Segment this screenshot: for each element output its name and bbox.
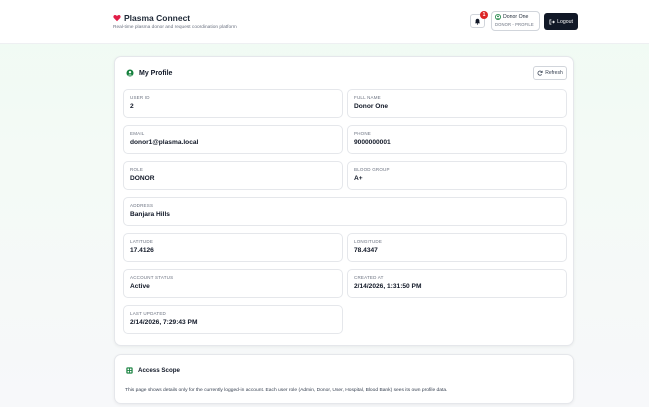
field-label: BLOOD GROUP [354,167,390,172]
field-role: ROLE DONOR [123,161,343,190]
field-value: donor1@plasma.local [130,139,199,146]
user-circle-icon [126,69,134,77]
notification-badge: 1 [480,11,488,19]
field-value: A+ [354,175,363,182]
access-scope-text: This page shows details only for the cur… [125,388,448,393]
access-scope-title: Access Scope [138,367,180,374]
field-value: DONOR [130,175,155,182]
field-value: 2/14/2026, 7:29:43 PM [130,319,198,326]
field-full-name: FULL NAME Donor One [347,89,567,118]
logout-button[interactable]: Logout [544,13,578,30]
grid-icon [126,367,133,374]
field-latitude: LATITUDE 17.4126 [123,233,343,262]
bell-icon [474,18,481,25]
user-circle-icon [495,14,501,20]
field-label: LATITUDE [130,239,154,244]
field-label: USER ID [130,95,150,100]
brand-row: Plasma Connect [113,13,237,23]
field-value: Active [130,283,150,290]
field-label: CREATED AT [354,275,384,280]
brand-title: Plasma Connect [124,13,191,23]
brand: Plasma Connect Real-time plasma donor an… [113,13,237,30]
field-created-at: CREATED AT 2/14/2026, 1:31:50 PM [347,269,567,298]
field-last-updated: LAST UPDATED 2/14/2026, 7:29:43 PM [123,305,343,334]
field-label: FULL NAME [354,95,381,100]
refresh-button[interactable]: Refresh [533,66,567,80]
field-blood-group: BLOOD GROUP A+ [347,161,567,190]
profile-title: My Profile [139,69,173,77]
field-value: Donor One [354,103,389,110]
field-value: 2 [130,103,134,110]
profile-card: My Profile Refresh USER ID 2 FULL NAME D… [114,56,574,346]
logout-icon [549,19,556,24]
field-label: LONGITUDE [354,239,383,244]
field-value: 2/14/2026, 1:31:50 PM [354,283,422,290]
refresh-label: Refresh [545,70,563,76]
field-label: LAST UPDATED [130,311,166,316]
field-address: ADDRESS Banjara Hills [123,197,567,226]
access-scope-card: Access Scope This page shows details onl… [114,354,574,404]
heart-icon [113,15,121,22]
refresh-icon [537,70,543,76]
logout-label: Logout [557,18,573,25]
user-chip[interactable]: Donor One DONOR - PROFILE [491,11,540,31]
field-value: Banjara Hills [130,211,170,218]
profile-card-header: My Profile [126,69,172,77]
user-role: DONOR - PROFILE [495,22,534,27]
field-user-id: USER ID 2 [123,89,343,118]
field-value: 78.4347 [354,247,378,254]
field-label: ADDRESS [130,203,154,208]
field-value: 9000000001 [354,139,391,146]
field-account-status: ACCOUNT STATUS Active [123,269,343,298]
brand-subtitle: Real-time plasma donor and request coord… [113,25,237,30]
field-value: 17.4126 [130,247,154,254]
field-label: ACCOUNT STATUS [130,275,174,280]
field-label: ROLE [130,167,144,172]
user-name: Donor One [503,14,529,20]
field-label: EMAIL [130,131,145,136]
access-scope-header: Access Scope [126,367,180,374]
top-header: Plasma Connect Real-time plasma donor an… [0,0,649,44]
field-longitude: LONGITUDE 78.4347 [347,233,567,262]
field-phone: PHONE 9000000001 [347,125,567,154]
field-label: PHONE [354,131,372,136]
user-name-row: Donor One [495,14,536,20]
field-email: EMAIL donor1@plasma.local [123,125,343,154]
